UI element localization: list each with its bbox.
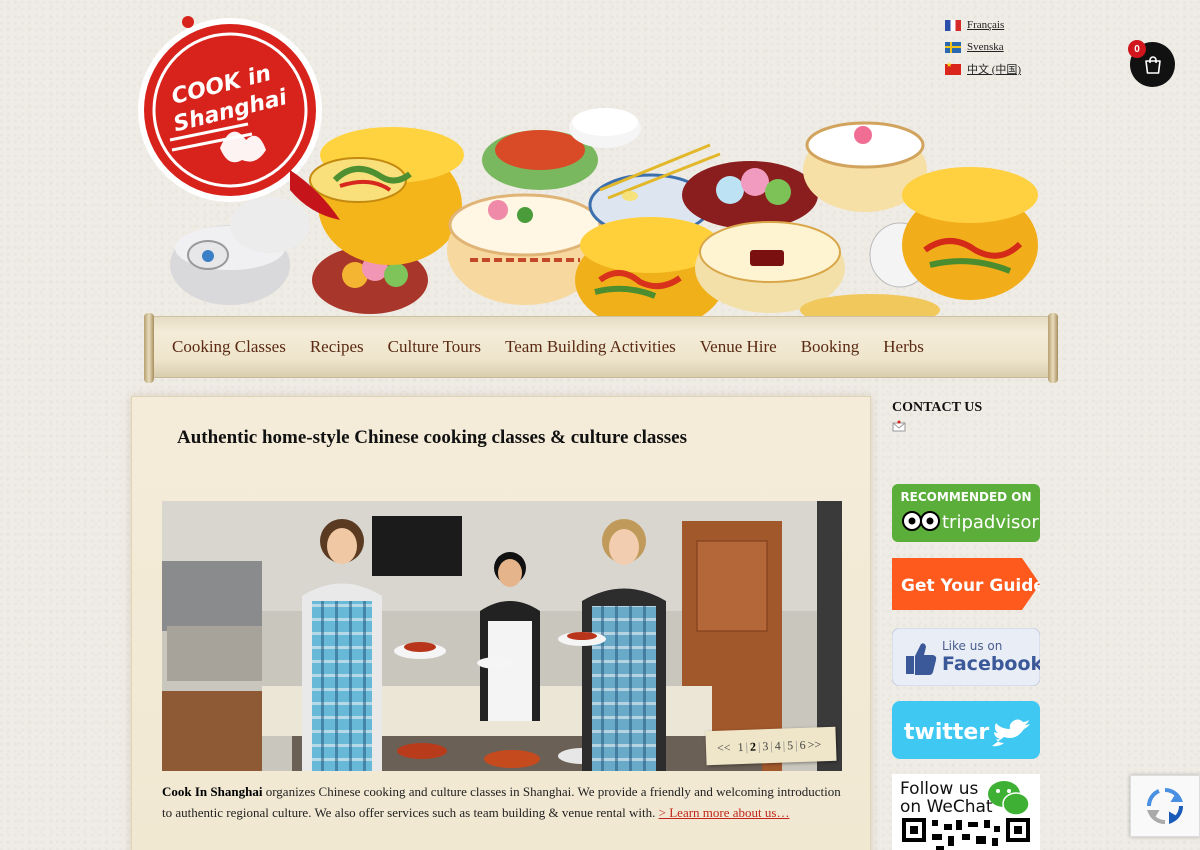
nav-item-herbs[interactable]: Herbs xyxy=(883,337,924,357)
intro-brand: Cook In Shanghai xyxy=(162,784,263,799)
intro-paragraph: Cook In Shanghai organizes Chinese cooki… xyxy=(162,781,847,823)
main-navigation: Cooking Classes Recipes Culture Tours Te… xyxy=(144,313,1058,383)
shopping-bag-icon xyxy=(1144,55,1161,74)
cook-in-shanghai-logo[interactable]: COOK in Shanghai xyxy=(138,16,340,220)
get-your-guide-label: Get Your Guide xyxy=(901,576,1040,596)
learn-more-link[interactable]: > Learn more about us… xyxy=(659,805,790,820)
nav-item-venue-hire[interactable]: Venue Hire xyxy=(700,337,777,357)
main-content: Authentic home-style Chinese cooking cla… xyxy=(131,396,871,850)
facebook-line1: Like us on xyxy=(942,639,1002,653)
recaptcha-icon xyxy=(1146,787,1184,825)
slider-next-button[interactable]: >> xyxy=(806,737,822,753)
facebook-badge[interactable]: Like us on Facebook xyxy=(892,628,1040,686)
tripadvisor-line2: tripadvisor xyxy=(942,512,1039,533)
nav-item-culture-tours[interactable]: Culture Tours xyxy=(388,337,481,357)
get-your-guide-badge[interactable]: Get Your Guide xyxy=(892,558,1040,610)
recaptcha-badge[interactable] xyxy=(1130,775,1200,837)
slideshow-pager: << 1 | 2 | 3 | 4 | 5 | 6 >> xyxy=(705,726,837,766)
tripadvisor-badge[interactable]: RECOMMENDED ON tripadvisor xyxy=(892,484,1040,542)
facebook-line2: Facebook xyxy=(942,653,1040,675)
nav-item-cooking-classes[interactable]: Cooking Classes xyxy=(172,337,286,357)
contact-us-heading: CONTACT US xyxy=(892,400,983,415)
cart-count-badge: 0 xyxy=(1128,40,1146,58)
wechat-line1: Follow us xyxy=(900,779,979,799)
photo-slideshow[interactable]: << 1 | 2 | 3 | 4 | 5 | 6 >> xyxy=(162,501,842,771)
slider-prev-button[interactable]: << xyxy=(716,740,732,756)
nav-item-recipes[interactable]: Recipes xyxy=(310,337,364,357)
wechat-line2: on WeChat xyxy=(900,797,993,817)
nav-item-booking[interactable]: Booking xyxy=(801,337,860,357)
mail-icon[interactable] xyxy=(892,420,906,432)
page-title: Authentic home-style Chinese cooking cla… xyxy=(177,427,687,448)
twitter-badge[interactable]: twitter xyxy=(892,701,1040,759)
header-banner: COOK in Shanghai xyxy=(138,16,1038,330)
wechat-qr-code xyxy=(902,818,1030,850)
twitter-label: twitter xyxy=(904,720,989,745)
wechat-badge[interactable]: Follow us on WeChat xyxy=(892,774,1040,850)
tripadvisor-line1: RECOMMENDED ON xyxy=(900,490,1031,504)
cart-button[interactable]: 0 xyxy=(1128,40,1175,87)
nav-item-team-building[interactable]: Team Building Activities xyxy=(505,337,676,357)
